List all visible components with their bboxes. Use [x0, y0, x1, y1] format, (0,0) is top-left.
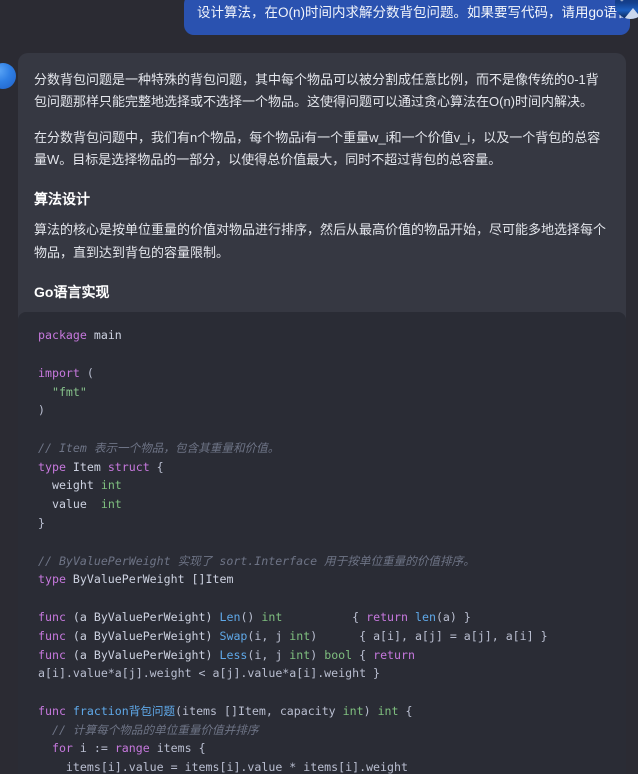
code-token: package [38, 328, 87, 343]
code-token: import [38, 365, 80, 380]
code-token: (i, j [247, 628, 290, 643]
code-token: int [100, 478, 122, 493]
code-token: "fmt" [51, 384, 87, 399]
assistant-heading-go-implementation: Go语言实现 [34, 284, 110, 301]
code-token: ) [363, 703, 378, 718]
code-token: (i, j [247, 647, 290, 662]
code-token: int [100, 497, 122, 512]
code-token: ) [38, 403, 45, 418]
code-token: ( [79, 365, 94, 380]
code-token: (a ByValuePerWeight) [65, 628, 220, 643]
code-token: main [86, 328, 122, 343]
assistant-message-bubble[interactable]: 分数背包问题是一种特殊的背包问题，其中每个物品可以被分割成任意比例，而不是像传统… [18, 52, 626, 774]
code-token: int [289, 628, 311, 643]
code-token: func [38, 609, 66, 624]
mountain-peak-icon [623, 8, 638, 19]
assistant-heading-algorithm-design: 算法设计 [34, 191, 90, 208]
code-token: int [289, 647, 311, 662]
assistant-message-row: 分数背包问题是一种特殊的背包问题，其中每个物品可以被分割成任意比例，而不是像传统… [0, 52, 638, 774]
code-token: // Item 表示一个物品，包含其重量和价值。 [38, 440, 280, 455]
code-token: (a) } [435, 609, 471, 624]
assistant-paragraph-1: 分数背包问题是一种特殊的背包问题，其中每个物品可以被分割成任意比例，而不是像传统… [34, 71, 599, 110]
code-token: int [342, 703, 364, 718]
code-token: { [398, 703, 413, 718]
code-token: items { [149, 741, 206, 756]
code-token: struct [107, 459, 150, 474]
assistant-paragraph-2: 在分数背包问题中，我们有n个物品，每个物品i有一个重量w_i和一个价值v_i，以… [34, 129, 601, 167]
code-token: range [114, 741, 150, 756]
code-token: (a ByValuePerWeight) [65, 647, 220, 662]
code-token: Swap [219, 628, 248, 643]
code-block-content: package main import ( "fmt" ) // Item 表示… [38, 326, 610, 774]
code-token: { [352, 647, 374, 662]
code-token: a[i].value*a[j].weight < a[j].value*a[i]… [38, 666, 381, 681]
code-token: { [149, 459, 164, 474]
code-token: return [373, 647, 415, 662]
code-token: { [282, 609, 367, 624]
code-token: (items []Item, capacity [175, 703, 343, 718]
code-token: (a ByValuePerWeight) [65, 609, 220, 624]
code-token: items[i].value = items[i].value * items[… [38, 760, 408, 774]
assistant-avatar[interactable] [0, 62, 16, 89]
code-token: ) [310, 647, 325, 662]
code-token: weight [38, 478, 101, 493]
code-token: Len [219, 609, 241, 624]
user-message-bubble[interactable]: 设计算法，在O(n)时间内求解分数背包问题。如果要写代码，请用go语言。 [184, 0, 638, 35]
code-token: ByValuePerWeight []Item [65, 572, 234, 587]
code-token: Item [65, 459, 108, 474]
code-token: type [38, 459, 66, 474]
user-avatar[interactable] [615, 0, 638, 19]
code-token: func [38, 703, 66, 718]
code-token: return [366, 609, 408, 624]
code-token: for [51, 741, 73, 756]
code-token: func [38, 647, 66, 662]
code-token: fraction背包问题 [72, 703, 176, 718]
code-block-go[interactable]: package main import ( "fmt" ) // Item 表示… [18, 312, 626, 774]
code-token: ) { a[i], a[j] = a[j], a[i] } [310, 628, 548, 643]
code-text: package main import ( "fmt" ) // Item 表示… [38, 328, 548, 774]
code-token: type [38, 572, 66, 587]
code-token: int [377, 703, 399, 718]
code-token: () [240, 609, 262, 624]
assistant-paragraph-3: 算法的核心是按单位重量的价值对物品进行排序，然后从最高价值的物品开始，尽可能多地… [34, 222, 607, 260]
code-token: len [414, 609, 436, 624]
code-token: bool [324, 647, 353, 662]
code-token: i := [72, 741, 115, 756]
code-token: int [261, 609, 283, 624]
chat-conversation-view: 设计算法，在O(n)时间内求解分数背包问题。如果要写代码，请用go语言。 分数背… [0, 0, 638, 774]
code-token: Less [219, 647, 248, 662]
code-token: // 计算每个物品的单位重量价值并排序 [38, 722, 259, 737]
user-message-row: 设计算法，在O(n)时间内求解分数背包问题。如果要写代码，请用go语言。 [0, 0, 638, 35]
code-token: func [38, 628, 66, 643]
code-token: } [38, 516, 45, 531]
code-token: // ByValuePerWeight 实现了 sort.Interface 用… [38, 553, 475, 568]
code-token: value [38, 497, 101, 512]
